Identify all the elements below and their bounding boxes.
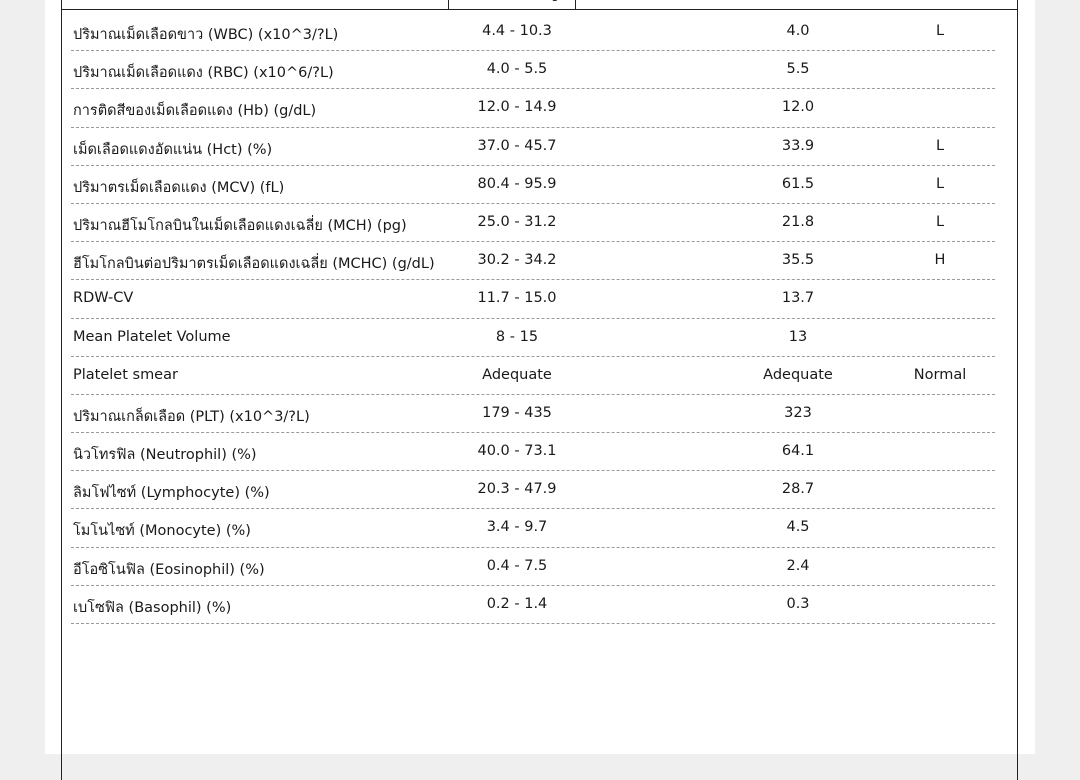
table-row: เบโซฟิล (Basophil) (%) 0.2 - 1.4 0.3 (71, 586, 995, 624)
test-name-cell: ปริมาตรเม็ดเลือดแดง (MCV) (fL) (73, 179, 285, 196)
table-row: การติดสีของเม็ดเลือดแดง (Hb) (g/dL) 12.0 … (71, 89, 995, 128)
results-table: ปริมาณเม็ดเลือดขาว (WBC) (x10^3/?L) 4.4 -… (71, 13, 995, 624)
table-row: เม็ดเลือดแดงอัดแน่น (Hct) (%) 37.0 - 45.7… (71, 128, 995, 166)
test-name-cell: อีโอซิโนฟิล (Eosinophil) (%) (73, 561, 265, 578)
test-name-cell: Platelet smear (73, 366, 178, 383)
result-cell: 13.7 (781, 290, 815, 307)
test-name-cell: โมโนไซท์ (Monocyte) (%) (73, 523, 251, 540)
reference-range-cell: Adequate (482, 366, 552, 383)
reference-range-cell: 0.4 - 7.5 (486, 557, 548, 574)
reference-range-cell: 40.0 - 73.1 (477, 443, 557, 460)
result-cell: 33.9 (781, 137, 815, 154)
result-cell: 4.5 (786, 519, 810, 536)
flag-cell: L (935, 175, 945, 192)
test-name-cell: RDW-CV (73, 290, 134, 307)
table-row: Platelet smear Adequate Adequate Normal (71, 357, 995, 395)
test-name-cell: ปริมาณเม็ดเลือดขาว (WBC) (x10^3/?L) (73, 27, 339, 43)
test-name-cell: Mean Platelet Volume (73, 328, 231, 345)
test-name-cell: เบโซฟิล (Basophil) (%) (73, 599, 232, 616)
test-name-cell: นิวโทรฟิล (Neutrophil) (%) (73, 447, 257, 464)
result-cell: 4.0 (786, 23, 810, 39)
table-row: ปริมาณฮีโมโกลบินในเม็ดเลือดแดงเฉลี่ย (MC… (71, 204, 995, 243)
reference-range-cell: 3.4 - 9.7 (486, 519, 548, 536)
flag-cell: L (935, 23, 945, 39)
table-row: ปริมาตรเม็ดเลือดแดง (MCV) (fL) 80.4 - 95.… (71, 166, 995, 204)
test-name-cell: ลิมโฟไซท์ (Lymphocyte) (%) (73, 485, 270, 502)
table-row: อีโอซิโนฟิล (Eosinophil) (%) 0.4 - 7.5 2.4 (71, 548, 995, 586)
result-cell: Adequate (763, 366, 833, 383)
reference-range-cell: 8 - 15 (495, 328, 539, 345)
table-row: RDW-CV 11.7 - 15.0 13.7 (71, 280, 995, 319)
result-cell: 323 (784, 404, 812, 421)
table-row: นิวโทรฟิล (Neutrophil) (%) 40.0 - 73.1 64.… (71, 433, 995, 472)
header-rule (61, 9, 1018, 10)
table-row: ฮีโมโกลบินต่อปริมาตรเม็ดเลือดแดงเฉลี่ย (… (71, 242, 995, 281)
test-name-cell: ฮีโมโกลบินต่อปริมาตรเม็ดเลือดแดงเฉลี่ย (… (73, 256, 435, 273)
result-cell: 13 (788, 328, 808, 345)
reference-range-cell: 30.2 - 34.2 (477, 252, 557, 269)
table-row: ปริมาณเกล็ดเลือด (PLT) (x10^3/?L) 179 - 4… (71, 395, 995, 434)
result-cell: 64.1 (781, 443, 815, 460)
flag-cell: L (935, 137, 945, 154)
header-result: Result (760, 0, 836, 9)
result-cell: 12.0 (781, 99, 815, 116)
reference-range-cell: 80.4 - 95.9 (477, 175, 557, 192)
result-cell: 0.3 (786, 595, 810, 612)
table-row: Mean Platelet Volume 8 - 15 13 (71, 319, 995, 357)
reference-range-cell: 12.0 - 14.9 (477, 99, 557, 116)
reference-range-cell: 0.2 - 1.4 (486, 595, 548, 612)
test-name-cell: การติดสีของเม็ดเลือดแดง (Hb) (g/dL) (73, 103, 317, 120)
test-name-cell: เม็ดเลือดแดงอัดแน่น (Hct) (%) (73, 141, 273, 158)
table-row: ปริมาณเม็ดเลือดแดง (RBC) (x10^6/?L) 4.0 -… (71, 51, 995, 90)
reference-range-cell: 179 - 435 (482, 404, 552, 421)
table-row: โมโนไซท์ (Monocyte) (%) 3.4 - 9.7 4.5 (71, 509, 995, 548)
result-cell: 21.8 (781, 213, 815, 230)
table-row: ปริมาณเม็ดเลือดขาว (WBC) (x10^3/?L) 4.4 -… (71, 13, 995, 52)
result-cell: 35.5 (781, 252, 815, 269)
reference-range-cell: 4.0 - 5.5 (486, 61, 548, 78)
reference-range-cell: 20.3 - 47.9 (477, 481, 557, 498)
table-row: ลิมโฟไซท์ (Lymphocyte) (%) 20.3 - 47.9 28.… (71, 471, 995, 510)
test-name-cell: ปริมาณเกล็ดเลือด (PLT) (x10^3/?L) (73, 408, 310, 425)
reference-range-cell: 25.0 - 31.2 (477, 213, 557, 230)
flag-cell: L (935, 213, 945, 230)
test-name-cell: ปริมาณฮีโมโกลบินในเม็ดเลือดแดงเฉลี่ย (MC… (73, 217, 407, 234)
result-cell: 28.7 (781, 481, 815, 498)
reference-range-cell: 37.0 - 45.7 (477, 137, 557, 154)
result-cell: 61.5 (781, 175, 815, 192)
flag-cell: H (934, 252, 946, 269)
result-cell: 5.5 (786, 61, 810, 78)
flag-cell: Normal (913, 366, 967, 383)
reference-range-cell: 4.4 - 10.3 (482, 23, 552, 39)
test-name-cell: ปริมาณเม็ดเลือดแดง (RBC) (x10^6/?L) (73, 65, 334, 82)
result-cell: 2.4 (786, 557, 810, 574)
header-test-name: Test Name (162, 0, 362, 9)
reference-range-cell: 11.7 - 15.0 (477, 290, 557, 307)
header-reference-range: Reference Range (448, 0, 576, 9)
